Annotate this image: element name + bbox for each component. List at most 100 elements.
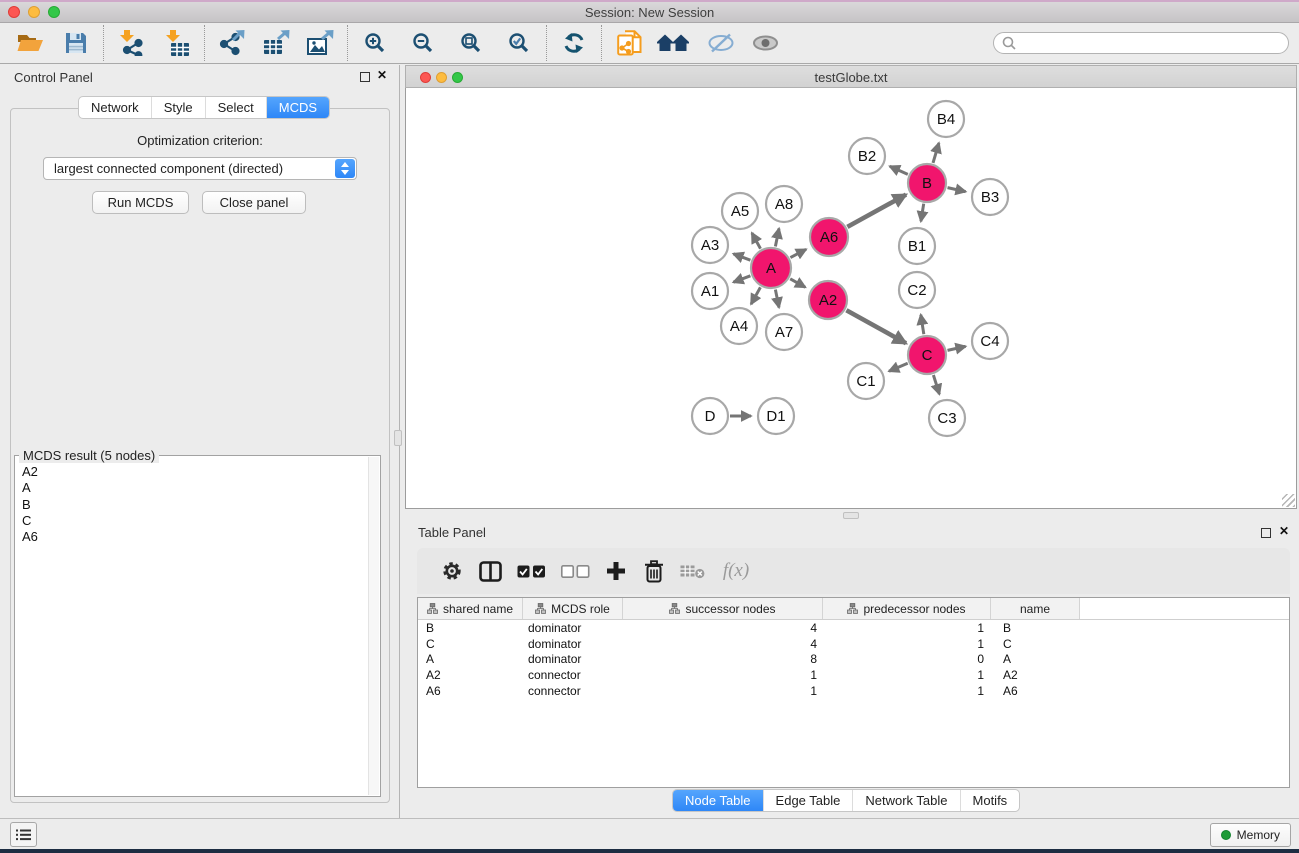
graph-edge-B-B2[interactable] (890, 166, 908, 174)
criterion-select[interactable]: largest connected component (directed) (43, 157, 357, 180)
column-header-name[interactable]: name (991, 598, 1080, 619)
horizontal-splitter-grip[interactable] (843, 512, 859, 519)
graph-node-A2[interactable]: A2 (809, 281, 847, 319)
graph-node-A6[interactable]: A6 (810, 218, 848, 256)
graph-node-A3[interactable]: A3 (692, 227, 728, 263)
export-table-icon[interactable] (260, 26, 292, 60)
eye-icon[interactable] (749, 26, 781, 60)
network-canvas[interactable]: AA1A2A3A4A5A6A7A8BB1B2B3B4CC1C2C3C4DD1 (405, 88, 1297, 509)
graph-node-B2[interactable]: B2 (849, 138, 885, 174)
mcds-result-item[interactable]: B (16, 497, 368, 513)
save-session-icon[interactable] (60, 26, 92, 60)
table-row[interactable]: A6connector11A6 (418, 683, 1289, 699)
graph-edge-A-A7[interactable] (775, 290, 779, 308)
float-panel-icon[interactable] (360, 72, 370, 82)
column-header-MCDS-role[interactable]: MCDS role (523, 598, 623, 619)
zoom-selected-icon[interactable] (503, 26, 535, 60)
import-network-icon[interactable] (115, 26, 147, 60)
table-close-icon[interactable]: ✕ (1279, 524, 1289, 538)
zoom-in-icon[interactable] (359, 26, 391, 60)
graph-edge-A2-C[interactable] (846, 310, 906, 343)
graph-node-A7[interactable]: A7 (766, 314, 802, 350)
memory-button[interactable]: Memory (1210, 823, 1291, 847)
tab-network-table[interactable]: Network Table (852, 790, 959, 811)
graph-node-C1[interactable]: C1 (848, 363, 884, 399)
tab-mcds[interactable]: MCDS (266, 97, 329, 118)
deselect-all-icon[interactable] (555, 554, 595, 588)
graph-node-C4[interactable]: C4 (972, 323, 1008, 359)
eye-slash-icon[interactable] (705, 26, 737, 60)
zoom-out-icon[interactable] (407, 26, 439, 60)
function-icon[interactable]: f(x) (713, 554, 759, 588)
list-scrollbar[interactable] (368, 457, 379, 795)
tab-motifs[interactable]: Motifs (960, 790, 1020, 811)
search-input[interactable] (993, 32, 1289, 54)
trash-icon[interactable] (637, 554, 671, 588)
new-network-from-selection-icon[interactable] (613, 26, 645, 60)
graph-node-C3[interactable]: C3 (929, 400, 965, 436)
mcds-result-item[interactable]: A (16, 480, 368, 496)
graph-edge-A-A1[interactable] (733, 276, 750, 282)
tab-select[interactable]: Select (205, 97, 266, 118)
graph-edge-C-C4[interactable] (948, 346, 966, 350)
graph-edge-A-A4[interactable] (751, 287, 760, 304)
graph-node-D1[interactable]: D1 (758, 398, 794, 434)
tab-node-table[interactable]: Node Table (673, 790, 763, 811)
graph-edge-B-B3[interactable] (948, 188, 966, 192)
graph-node-B1[interactable]: B1 (899, 228, 935, 264)
tab-style[interactable]: Style (151, 97, 205, 118)
import-table-icon[interactable] (161, 26, 193, 60)
table-row[interactable]: Bdominator41B (418, 620, 1289, 636)
mcds-result-item[interactable]: A2 (16, 464, 368, 480)
graph-edge-C-C3[interactable] (933, 375, 939, 394)
graph-node-D[interactable]: D (692, 398, 728, 434)
double-home-icon[interactable] (653, 26, 693, 60)
open-session-icon[interactable] (14, 26, 46, 60)
mcds-result-item[interactable]: C (16, 513, 368, 529)
graph-edge-A-A8[interactable] (775, 229, 779, 247)
gear-icon[interactable] (435, 554, 469, 588)
network-window-titlebar[interactable]: testGlobe.txt (405, 65, 1297, 88)
mcds-result-list[interactable]: A2ABCA6 (16, 464, 368, 795)
close-panel-icon[interactable]: ✕ (377, 68, 387, 82)
task-history-button[interactable] (10, 822, 37, 847)
add-icon[interactable] (599, 554, 633, 588)
run-mcds-button[interactable]: Run MCDS (92, 191, 189, 214)
table-float-icon[interactable] (1261, 528, 1271, 538)
graph-node-A[interactable]: A (751, 248, 791, 288)
graph-edge-C-C1[interactable] (889, 363, 908, 371)
close-panel-button[interactable]: Close panel (202, 191, 306, 214)
select-all-icon[interactable] (511, 554, 551, 588)
graph-node-A1[interactable]: A1 (692, 273, 728, 309)
graph-node-A5[interactable]: A5 (722, 193, 758, 229)
graph-edge-A-A2[interactable] (790, 279, 805, 288)
graph-node-C2[interactable]: C2 (899, 272, 935, 308)
graph-node-C[interactable]: C (908, 336, 946, 374)
graph-edge-C-C2[interactable] (921, 315, 924, 335)
graph-edge-A-A3[interactable] (733, 254, 750, 260)
vertical-splitter-grip[interactable] (394, 430, 402, 446)
zoom-fit-icon[interactable] (455, 26, 487, 60)
graph-node-B[interactable]: B (908, 164, 946, 202)
table-row[interactable]: Adominator80A (418, 651, 1289, 667)
graph-node-A8[interactable]: A8 (766, 186, 802, 222)
graph-edge-A-A6[interactable] (790, 249, 806, 257)
tab-network[interactable]: Network (79, 97, 151, 118)
graph-edge-A-A5[interactable] (752, 233, 761, 249)
column-header-predecessor-nodes[interactable]: predecessor nodes (823, 598, 991, 619)
table-row[interactable]: A2connector11A2 (418, 667, 1289, 683)
graph-node-B4[interactable]: B4 (928, 101, 964, 137)
export-image-icon[interactable] (304, 26, 336, 60)
table-row[interactable]: Cdominator41C (418, 636, 1289, 652)
column-header-successor-nodes[interactable]: successor nodes (623, 598, 823, 619)
refresh-icon[interactable] (558, 26, 590, 60)
graph-edge-B-B1[interactable] (921, 204, 924, 222)
mcds-result-item[interactable]: A6 (16, 529, 368, 545)
graph-edge-A6-B[interactable] (847, 195, 906, 227)
graph-node-A4[interactable]: A4 (721, 308, 757, 344)
delete-table-icon[interactable] (675, 554, 709, 588)
column-header-shared-name[interactable]: shared name (418, 598, 523, 619)
graph-edge-B-B4[interactable] (933, 143, 939, 163)
export-network-icon[interactable] (216, 26, 248, 60)
window-resize-grip[interactable] (1282, 494, 1295, 507)
